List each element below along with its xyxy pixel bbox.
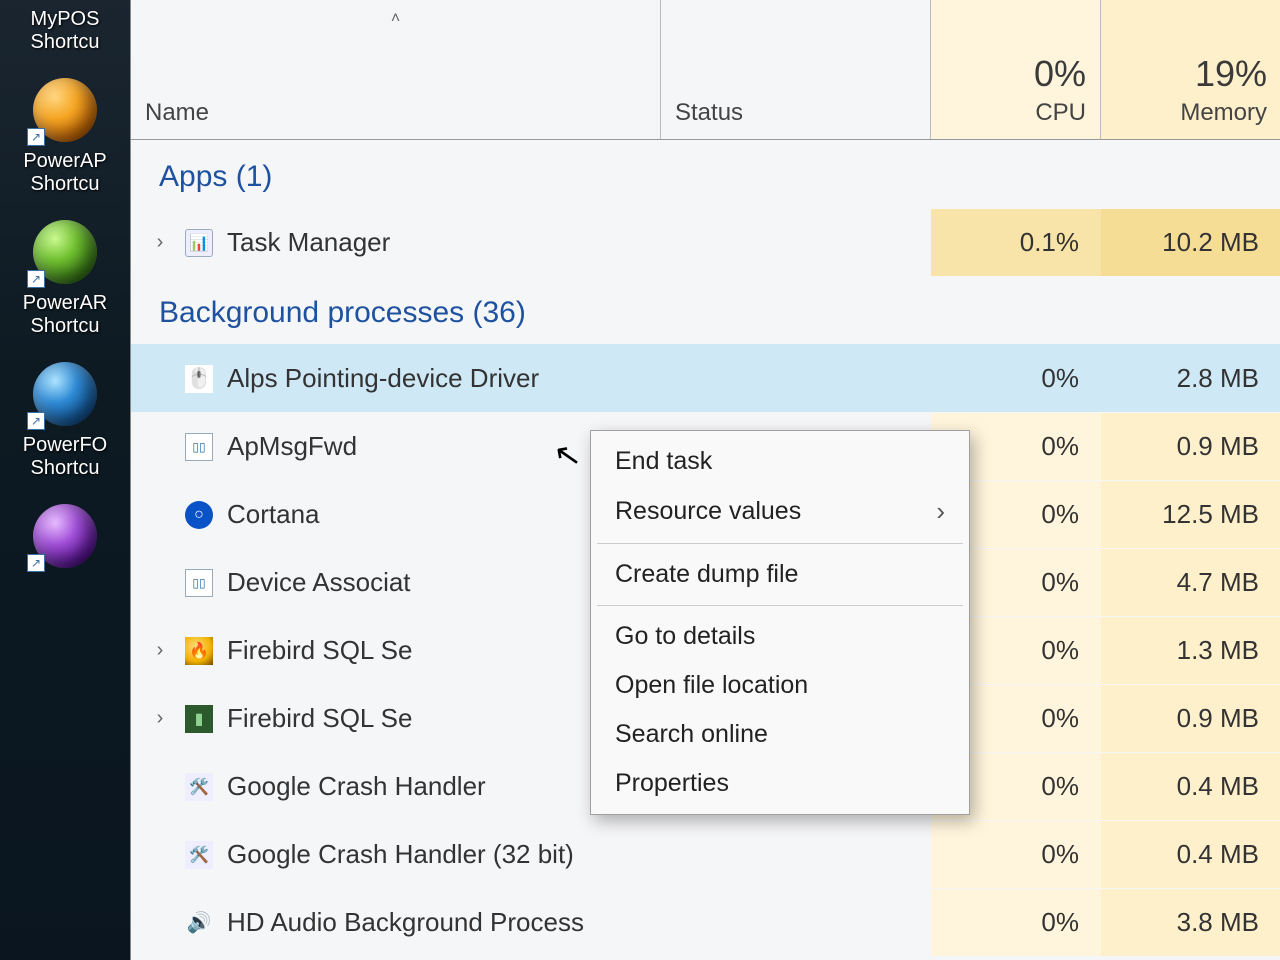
process-cpu: 0%	[931, 345, 1101, 412]
process-memory: 10.2 MB	[1101, 209, 1280, 276]
column-header-cpu[interactable]: 0% CPU	[931, 0, 1101, 139]
menu-item-resource-values[interactable]: Resource values	[593, 486, 967, 537]
process-memory: 1.3 MB	[1101, 617, 1280, 684]
process-name: HD Audio Background Process	[227, 907, 584, 938]
process-name: Firebird SQL Se	[227, 703, 412, 734]
desktop-label: PowerFO	[23, 434, 107, 456]
firebird-icon	[185, 637, 213, 665]
menu-item-create-dump[interactable]: Create dump file	[593, 550, 967, 599]
column-header-memory[interactable]: 19% Memory	[1101, 0, 1280, 139]
desktop-label: MyPOS	[31, 8, 100, 30]
process-row-hd-audio[interactable]: › HD Audio Background Process 0% 3.8 MB	[131, 888, 1280, 956]
menu-label: Resource values	[615, 497, 801, 526]
process-memory: 0.9 MB	[1101, 685, 1280, 752]
process-name: Firebird SQL Se	[227, 635, 412, 666]
process-memory: 12.5 MB	[1101, 481, 1280, 548]
desktop-label: Shortcu	[31, 31, 100, 53]
desktop-shortcut-powerar[interactable]: PowerAR Shortcu	[15, 220, 115, 338]
expand-chevron-icon[interactable]: ›	[149, 639, 171, 662]
process-memory: 2.8 MB	[1101, 345, 1280, 412]
process-name: Device Associat	[227, 567, 411, 598]
menu-item-go-to-details[interactable]: Go to details	[593, 612, 967, 661]
generic-app-icon	[185, 569, 213, 597]
group-header-apps: Apps (1)	[131, 140, 1280, 208]
desktop-background: MyPOS Shortcu PowerAP Shortcu PowerAR Sh…	[0, 0, 130, 960]
process-row-alps[interactable]: › Alps Pointing-device Driver 0% 2.8 MB	[131, 344, 1280, 412]
column-header-name[interactable]: ˄ Name	[131, 0, 661, 139]
process-memory: 0.9 MB	[1101, 413, 1280, 480]
column-label: Status	[675, 99, 916, 127]
column-headers: ˄ Name Status 0% CPU 19% Memory	[131, 0, 1280, 140]
column-label: CPU	[1035, 99, 1086, 127]
process-name: Google Crash Handler (32 bit)	[227, 839, 574, 870]
google-crash-icon	[185, 773, 213, 801]
process-memory: 3.8 MB	[1101, 889, 1280, 956]
desktop-label: Shortcu	[31, 457, 100, 479]
task-manager-icon	[185, 229, 213, 257]
shortcut-arrow-icon	[27, 270, 45, 288]
menu-item-properties[interactable]: Properties	[593, 759, 967, 808]
shortcut-arrow-icon	[27, 128, 45, 146]
column-label: Memory	[1180, 99, 1267, 127]
menu-item-end-task[interactable]: End task	[593, 437, 967, 486]
desktop-shortcut-powerfo[interactable]: PowerFO Shortcu	[15, 362, 115, 480]
desktop-label: PowerAP	[23, 150, 106, 172]
process-name: Cortana	[227, 499, 320, 530]
menu-label: Open file location	[615, 671, 808, 700]
process-name: Google Crash Handler	[227, 771, 486, 802]
process-cpu: 0%	[931, 889, 1101, 956]
menu-item-search-online[interactable]: Search online	[593, 710, 967, 759]
menu-label: Create dump file	[615, 560, 798, 589]
cpu-total-percent: 0%	[1034, 53, 1086, 95]
google-crash-icon	[185, 841, 213, 869]
process-context-menu: End task Resource values Create dump fil…	[590, 430, 970, 815]
speaker-icon	[185, 909, 213, 937]
menu-label: Search online	[615, 720, 768, 749]
shortcut-arrow-icon	[27, 412, 45, 430]
process-memory: 4.7 MB	[1101, 549, 1280, 616]
sort-caret-icon: ˄	[145, 10, 646, 28]
generic-app-icon	[185, 433, 213, 461]
pointing-device-icon	[185, 365, 213, 393]
shortcut-arrow-icon	[27, 554, 45, 572]
process-name: Task Manager	[227, 227, 390, 258]
desktop-shortcut-mypos[interactable]: MyPOS Shortcu	[15, 8, 115, 54]
desktop-label: PowerAR	[23, 292, 107, 314]
process-memory: 0.4 MB	[1101, 821, 1280, 888]
process-name: ApMsgFwd	[227, 431, 357, 462]
menu-separator	[597, 543, 963, 544]
menu-separator	[597, 605, 963, 606]
process-cpu: 0.1%	[931, 209, 1101, 276]
process-name: Alps Pointing-device Driver	[227, 363, 539, 394]
cortana-icon	[185, 501, 213, 529]
menu-label: Properties	[615, 769, 729, 798]
desktop-label: Shortcu	[31, 173, 100, 195]
group-header-background: Background processes (36)	[131, 276, 1280, 344]
firebird-icon	[185, 705, 213, 733]
expand-chevron-icon[interactable]: ›	[149, 707, 171, 730]
menu-label: Go to details	[615, 622, 755, 651]
memory-total-percent: 19%	[1195, 53, 1267, 95]
process-cpu: 0%	[931, 821, 1101, 888]
column-label: Name	[145, 99, 646, 127]
menu-item-open-file-location[interactable]: Open file location	[593, 661, 967, 710]
expand-chevron-icon[interactable]: ›	[149, 231, 171, 254]
process-memory: 0.4 MB	[1101, 753, 1280, 820]
desktop-shortcut-extra[interactable]	[15, 504, 115, 572]
desktop-label: Shortcu	[31, 315, 100, 337]
desktop-shortcut-powerap[interactable]: PowerAP Shortcu	[15, 78, 115, 196]
process-row-google-crash-handler-32[interactable]: › Google Crash Handler (32 bit) 0% 0.4 M…	[131, 820, 1280, 888]
menu-label: End task	[615, 447, 712, 476]
column-header-status[interactable]: Status	[661, 0, 931, 139]
process-row-task-manager[interactable]: › Task Manager 0.1% 10.2 MB	[131, 208, 1280, 276]
